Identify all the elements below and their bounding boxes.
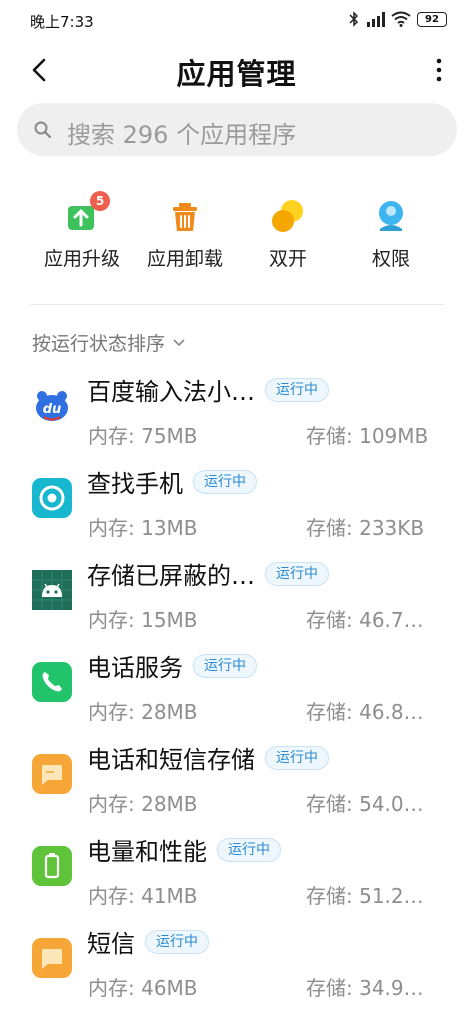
sort-dropdown[interactable]: 按运行状态排序 bbox=[32, 329, 185, 356]
app-name: 短信 bbox=[87, 930, 135, 958]
upgrade-count-badge: 5 bbox=[90, 191, 110, 211]
dual-app-icon bbox=[268, 196, 308, 236]
bluetooth-icon bbox=[349, 11, 359, 27]
app-storage: 存储: 233KB bbox=[306, 516, 425, 540]
app-list: du 百度输入法小… 运行中 内存: 75MB 存储: 109MB 查找手机 运… bbox=[0, 368, 473, 1012]
app-memory: 内存: 41MB bbox=[88, 884, 198, 908]
running-badge: 运行中 bbox=[193, 653, 257, 678]
sort-label: 按运行状态排序 bbox=[32, 333, 166, 355]
baidu-du-icon: du bbox=[32, 386, 72, 426]
top-bar: 应用管理 bbox=[0, 44, 473, 96]
status-icons: 92 bbox=[349, 11, 447, 27]
app-uninstall-button[interactable]: 应用卸载 bbox=[130, 196, 240, 271]
app-row[interactable]: du 百度输入法小… 运行中 内存: 75MB 存储: 109MB bbox=[0, 368, 473, 460]
status-time: 晚上7:33 bbox=[30, 13, 94, 31]
search-icon bbox=[34, 121, 52, 139]
running-badge: 运行中 bbox=[265, 745, 329, 770]
running-badge: 运行中 bbox=[265, 561, 329, 586]
quick-action-label: 双开 bbox=[268, 248, 307, 270]
app-memory: 内存: 46MB bbox=[88, 976, 198, 1000]
permission-icon bbox=[371, 196, 411, 236]
upgrade-icon: 5 bbox=[62, 191, 110, 236]
app-name: 电量和性能 bbox=[87, 838, 207, 866]
app-row[interactable]: 电量和性能 运行中 内存: 41MB 存储: 51.2… bbox=[0, 828, 473, 920]
more-options-icon[interactable] bbox=[431, 56, 447, 84]
app-memory: 内存: 13MB bbox=[88, 516, 198, 540]
app-row[interactable]: 存储已屏蔽的… 运行中 内存: 15MB 存储: 46.7… bbox=[0, 552, 473, 644]
find-device-icon bbox=[32, 478, 72, 518]
app-name: 查找手机 bbox=[87, 470, 183, 498]
page-title: 应用管理 bbox=[176, 57, 297, 91]
running-badge: 运行中 bbox=[265, 377, 329, 402]
quick-actions: 5 应用升级 应用卸载 双开 权限 bbox=[0, 191, 473, 276]
app-name: 电话和短信存储 bbox=[87, 746, 255, 774]
app-storage: 存储: 46.7… bbox=[306, 608, 424, 632]
status-bar: 晚上7:33 92 bbox=[0, 0, 473, 40]
app-upgrade-button[interactable]: 5 应用升级 bbox=[27, 191, 137, 271]
running-badge: 运行中 bbox=[217, 837, 281, 862]
wifi-icon bbox=[391, 11, 411, 27]
permissions-button[interactable]: 权限 bbox=[336, 196, 446, 271]
chevron-down-icon bbox=[173, 338, 185, 346]
android-icon bbox=[32, 570, 72, 610]
signal-icon bbox=[367, 12, 385, 27]
battery-icon bbox=[32, 846, 72, 886]
running-badge: 运行中 bbox=[145, 929, 209, 954]
phone-icon bbox=[32, 662, 72, 702]
app-name: 百度输入法小… bbox=[87, 378, 255, 406]
app-storage: 存储: 51.2… bbox=[306, 884, 424, 908]
svg-text:du: du bbox=[43, 402, 62, 417]
battery-indicator: 92 bbox=[417, 11, 447, 27]
sms-icon bbox=[32, 938, 72, 978]
search-placeholder: 搜索 296 个应用程序 bbox=[67, 121, 297, 149]
app-row[interactable]: 查找手机 运行中 内存: 13MB 存储: 233KB bbox=[0, 460, 473, 552]
app-memory: 内存: 15MB bbox=[88, 608, 198, 632]
quick-action-label: 权限 bbox=[371, 248, 410, 270]
app-storage: 存储: 109MB bbox=[306, 424, 429, 448]
app-memory: 内存: 28MB bbox=[88, 792, 198, 816]
app-row[interactable]: 短信 运行中 内存: 46MB 存储: 34.9… bbox=[0, 920, 473, 1012]
dual-app-button[interactable]: 双开 bbox=[233, 196, 343, 271]
message-storage-icon bbox=[32, 754, 72, 794]
running-badge: 运行中 bbox=[193, 469, 257, 494]
app-storage: 存储: 54.0… bbox=[306, 792, 424, 816]
app-storage: 存储: 34.9… bbox=[306, 976, 424, 1000]
app-name: 存储已屏蔽的… bbox=[87, 562, 255, 590]
app-row[interactable]: 电话服务 运行中 内存: 28MB 存储: 46.8… bbox=[0, 644, 473, 736]
quick-action-label: 应用升级 bbox=[43, 248, 120, 270]
app-row[interactable]: 电话和短信存储 运行中 内存: 28MB 存储: 54.0… bbox=[0, 736, 473, 828]
trash-icon bbox=[165, 196, 205, 236]
app-name: 电话服务 bbox=[87, 654, 183, 682]
app-memory: 内存: 28MB bbox=[88, 700, 198, 724]
quick-action-label: 应用卸载 bbox=[146, 248, 223, 270]
app-storage: 存储: 46.8… bbox=[306, 700, 424, 724]
app-memory: 内存: 75MB bbox=[88, 424, 198, 448]
divider bbox=[30, 304, 444, 305]
search-input[interactable]: 搜索 296 个应用程序 bbox=[17, 103, 457, 156]
